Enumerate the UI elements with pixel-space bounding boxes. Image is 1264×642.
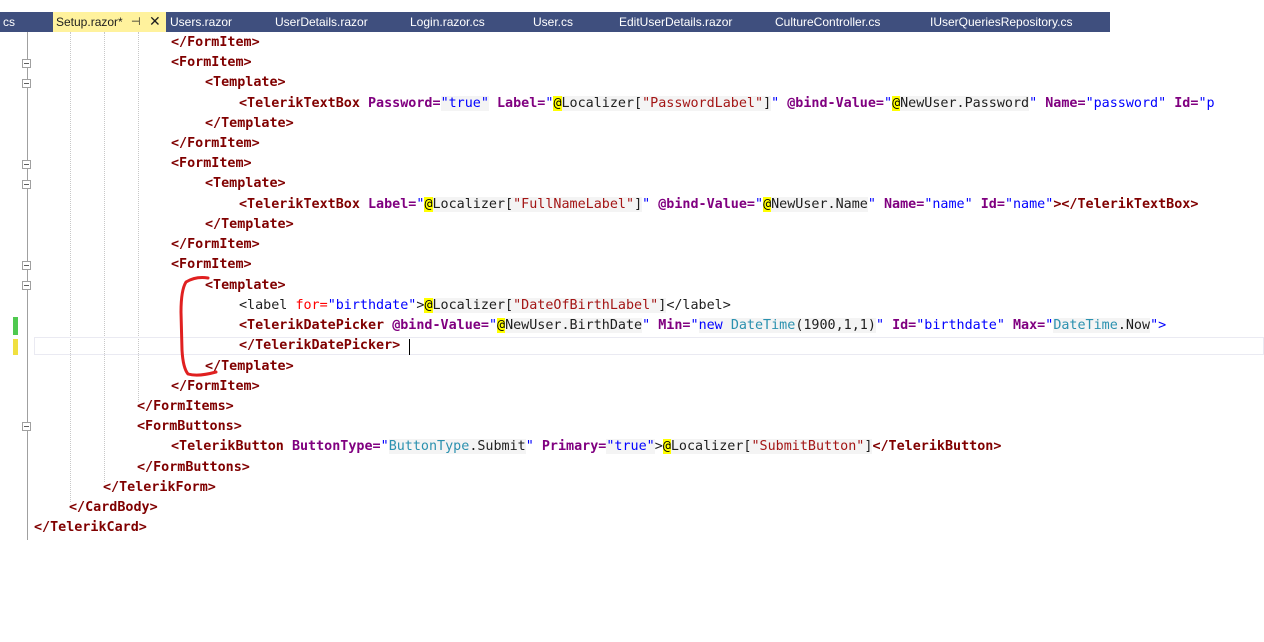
- tab-users-razor[interactable]: Users.razor: [167, 12, 271, 32]
- code-line-3: <Template>: [205, 75, 286, 90]
- code-line-17: </Template>: [205, 359, 294, 374]
- tab-cs[interactable]: cs: [0, 12, 52, 32]
- tab-setup-razor[interactable]: Setup.razor* ⊣ ✕: [53, 12, 166, 32]
- code-line-21: <TelerikButton ButtonType="ButtonType.Su…: [171, 439, 1002, 454]
- tab-login-razor-cs[interactable]: Login.razor.cs: [407, 12, 529, 32]
- text-caret: [409, 339, 410, 355]
- code-line-1: </FormItem>: [171, 35, 260, 50]
- code-line-2: <FormItem>: [171, 55, 252, 70]
- code-line-24: </CardBody>: [69, 500, 158, 515]
- code-line-14: <label for="birthdate">@Localizer["DateO…: [239, 298, 731, 313]
- code-line-23: </TelerikForm>: [103, 480, 216, 495]
- code-line-19: </FormItems>: [137, 399, 234, 414]
- code-line-16: </TelerikDatePicker>: [239, 338, 401, 353]
- code-line-7: <FormItem>: [171, 156, 252, 171]
- document-tab-bar: cs Setup.razor* ⊣ ✕ Users.razor UserDeta…: [0, 12, 1110, 32]
- code-line-18: </FormItem>: [171, 379, 260, 394]
- tab-edituserdetails-razor[interactable]: EditUserDetails.razor: [616, 12, 771, 32]
- tab-setup-razor-label: Setup.razor*: [56, 15, 123, 29]
- pin-icon[interactable]: ⊣: [131, 12, 141, 32]
- code-line-10: </Template>: [205, 217, 294, 232]
- code-line-4: <TelerikTextBox Password="true" Label="@…: [239, 96, 1215, 111]
- code-line-15: <TelerikDatePicker @bind-Value="@NewUser…: [239, 318, 1167, 333]
- code-line-8: <Template>: [205, 176, 286, 191]
- close-icon[interactable]: ✕: [149, 12, 161, 32]
- code-line-6: </FormItem>: [171, 136, 260, 151]
- code-line-5: </Template>: [205, 116, 294, 131]
- code-line-22: </FormButtons>: [137, 460, 250, 475]
- code-line-13: <Template>: [205, 278, 286, 293]
- code-line-20: <FormButtons>: [137, 419, 242, 434]
- code-line-11: </FormItem>: [171, 237, 260, 252]
- tab-culturecontroller-cs[interactable]: CultureController.cs: [772, 12, 926, 32]
- code-line-25: </TelerikCard>: [34, 520, 147, 535]
- tab-iuserqueriesrepository-cs[interactable]: IUserQueriesRepository.cs: [927, 12, 1110, 32]
- code-line-12: <FormItem>: [171, 257, 252, 272]
- code-line-9: <TelerikTextBox Label="@Localizer["FullN…: [239, 197, 1199, 212]
- tab-user-cs[interactable]: User.cs: [530, 12, 615, 32]
- tab-userdetails-razor[interactable]: UserDetails.razor: [272, 12, 406, 32]
